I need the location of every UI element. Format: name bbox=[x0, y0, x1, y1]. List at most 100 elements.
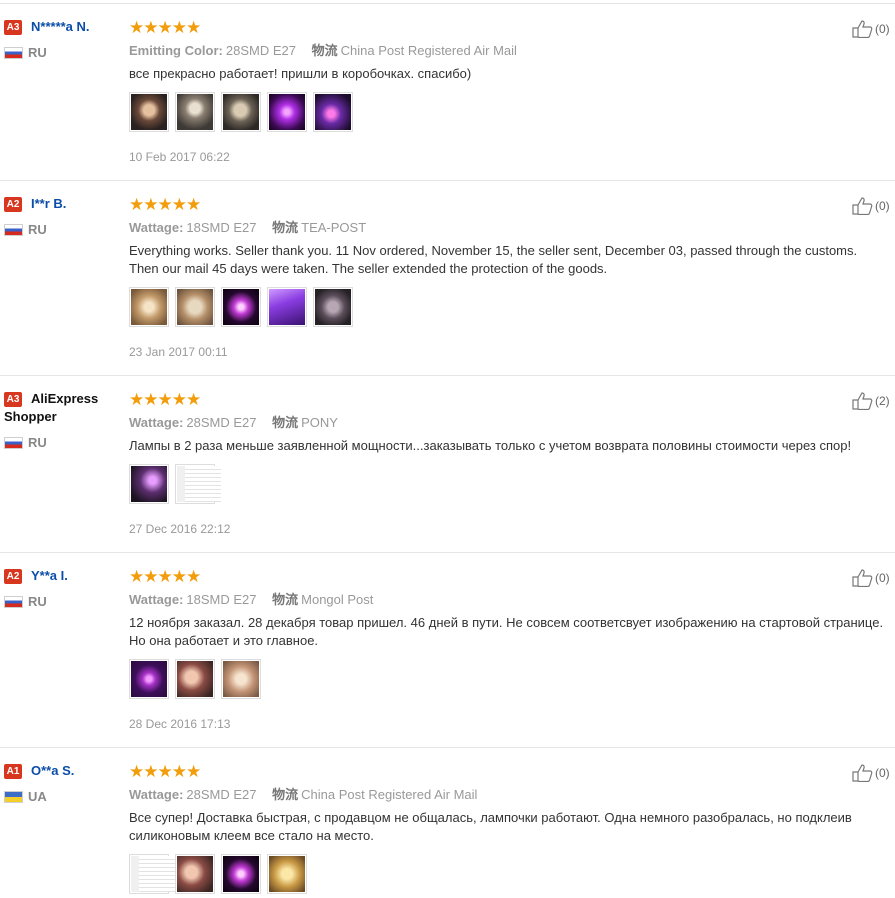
review-photo-thumbnail[interactable] bbox=[175, 659, 215, 699]
helpful-count: (0) bbox=[875, 766, 890, 780]
logistics-label: 物流 bbox=[272, 415, 299, 430]
star-rating: ★★★★★ bbox=[129, 390, 201, 409]
review-date: 23 Jan 2017 00:11 bbox=[129, 345, 228, 359]
buyer-name-link[interactable]: O**a S. bbox=[31, 762, 74, 780]
russia-flag-icon bbox=[4, 223, 23, 236]
helpful-vote-button[interactable]: (0) bbox=[852, 20, 890, 39]
thumbs-up-icon bbox=[852, 197, 873, 216]
russia-flag-icon bbox=[4, 595, 23, 608]
logistics-label: 物流 bbox=[311, 43, 338, 58]
thumbs-up-icon bbox=[852, 569, 873, 588]
review-photo-thumbnail[interactable] bbox=[129, 464, 169, 504]
buyer-name-link[interactable]: Y**a I. bbox=[31, 567, 68, 585]
review-photo-thumbnail[interactable] bbox=[221, 854, 261, 894]
thumbs-up-icon bbox=[852, 392, 873, 411]
review-photo-thumbnail[interactable] bbox=[129, 92, 169, 132]
review-photo-thumbnail[interactable] bbox=[129, 659, 169, 699]
review-photo-thumbnail[interactable] bbox=[175, 287, 215, 327]
review-photo-thumbnail[interactable] bbox=[267, 854, 307, 894]
attribute-label: Wattage: bbox=[129, 220, 184, 235]
country-code: RU bbox=[28, 222, 47, 237]
russia-flag-icon bbox=[4, 436, 23, 449]
review-item: A1 O**a S. UA ★★★★★ Wattage: 28SMD E27 物流… bbox=[0, 762, 895, 898]
buyer-country: UA bbox=[4, 789, 47, 804]
review-photo-thumbnail[interactable] bbox=[267, 287, 307, 327]
attribute-value: 28SMD E27 bbox=[186, 415, 257, 430]
country-code: UA bbox=[28, 789, 47, 804]
attribute-label: Wattage: bbox=[129, 592, 184, 607]
attribute-value: 18SMD E27 bbox=[186, 592, 257, 607]
review-photo-thumbnail[interactable] bbox=[175, 464, 221, 504]
review-item: A3 AliExpress Shopper RU ★★★★★ Wattage: 2… bbox=[0, 390, 895, 553]
star-rating: ★★★★★ bbox=[129, 567, 201, 586]
attribute-value: 18SMD E27 bbox=[186, 220, 257, 235]
thumbs-up-icon bbox=[852, 764, 873, 783]
buyer-level-badge: A1 bbox=[4, 764, 22, 779]
buyer-country: RU bbox=[4, 435, 47, 450]
buyer-name-link[interactable]: I**r B. bbox=[31, 195, 66, 213]
country-code: RU bbox=[28, 45, 47, 60]
review-photo-thumbnail[interactable] bbox=[313, 287, 353, 327]
review-photo-thumbnail[interactable] bbox=[221, 287, 261, 327]
review-photo-thumbnail[interactable] bbox=[175, 92, 215, 132]
logistics-label: 物流 bbox=[272, 220, 299, 235]
buyer-country: RU bbox=[4, 594, 47, 609]
buyer-name-link[interactable]: AliExpress Shopper bbox=[4, 390, 104, 426]
logistics-value: PONY bbox=[301, 415, 338, 430]
review-text: Все супер! Доставка быстрая, с продавцом… bbox=[129, 810, 852, 843]
attribute-label: Wattage: bbox=[129, 787, 184, 802]
review-photo-thumbnail[interactable] bbox=[129, 287, 169, 327]
review-text: все прекрасно работает! пришли в коробоч… bbox=[129, 66, 472, 81]
review-item: A2 I**r B. RU ★★★★★ Wattage: 18SMD E27 物流… bbox=[0, 195, 895, 376]
review-photo-thumbnail[interactable] bbox=[129, 854, 175, 894]
logistics-value: China Post Registered Air Mail bbox=[340, 43, 517, 58]
review-photo-thumbnail[interactable] bbox=[221, 659, 261, 699]
review-photo-thumbnail[interactable] bbox=[175, 854, 215, 894]
helpful-vote-button[interactable]: (0) bbox=[852, 569, 890, 588]
review-text: Лампы в 2 раза меньше заявленной мощност… bbox=[129, 438, 852, 453]
review-photos bbox=[129, 464, 221, 504]
buyer-level-badge: A2 bbox=[4, 197, 22, 212]
attribute-label: Emitting Color: bbox=[129, 43, 223, 58]
review-photos bbox=[129, 92, 359, 132]
helpful-vote-button[interactable]: (0) bbox=[852, 197, 890, 216]
review-date: 27 Dec 2016 22:12 bbox=[129, 522, 231, 536]
buyer-country: RU bbox=[4, 45, 47, 60]
buyer-level-badge: A3 bbox=[4, 20, 22, 35]
top-divider bbox=[0, 3, 895, 4]
buyer-level-badge: A2 bbox=[4, 569, 22, 584]
star-rating: ★★★★★ bbox=[129, 18, 201, 37]
order-info: Wattage: 18SMD E27 物流 Mongol Post bbox=[129, 589, 373, 608]
attribute-value: 28SMD E27 bbox=[186, 787, 257, 802]
helpful-vote-button[interactable]: (2) bbox=[852, 392, 890, 411]
review-divider bbox=[0, 180, 895, 181]
review-photo-thumbnail[interactable] bbox=[267, 92, 307, 132]
logistics-value: China Post Registered Air Mail bbox=[301, 787, 478, 802]
order-info: Wattage: 28SMD E27 物流 PONY bbox=[129, 412, 338, 431]
logistics-label: 物流 bbox=[272, 787, 299, 802]
order-info: Wattage: 18SMD E27 物流 TEA-POST bbox=[129, 217, 366, 236]
review-photos bbox=[129, 287, 359, 327]
ukraine-flag-icon bbox=[4, 790, 23, 803]
review-photo-thumbnail[interactable] bbox=[221, 92, 261, 132]
order-info: Emitting Color: 28SMD E27 物流 China Post Re… bbox=[129, 40, 517, 59]
review-item: A3 N*****a N. RU ★★★★★ Emitting Color: 28… bbox=[0, 18, 895, 181]
review-photo-thumbnail[interactable] bbox=[313, 92, 353, 132]
buyer-name-link[interactable]: N*****a N. bbox=[31, 18, 90, 36]
review-photos bbox=[129, 659, 267, 699]
review-photos bbox=[129, 854, 313, 894]
attribute-value: 28SMD E27 bbox=[225, 43, 296, 58]
logistics-value: Mongol Post bbox=[301, 592, 374, 607]
helpful-count: (2) bbox=[875, 394, 890, 408]
review-date: 10 Feb 2017 06:22 bbox=[129, 150, 230, 164]
review-text: 12 ноября заказал. 28 декабря товар приш… bbox=[129, 615, 884, 648]
russia-flag-icon bbox=[4, 46, 23, 59]
review-text: Everything works. Seller thank you. 11 N… bbox=[129, 243, 858, 276]
order-info: Wattage: 28SMD E27 物流 China Post Registere… bbox=[129, 784, 477, 803]
helpful-vote-button[interactable]: (0) bbox=[852, 764, 890, 783]
star-rating: ★★★★★ bbox=[129, 762, 201, 781]
review-divider bbox=[0, 552, 895, 553]
logistics-value: TEA-POST bbox=[301, 220, 367, 235]
review-divider bbox=[0, 375, 895, 376]
logistics-label: 物流 bbox=[272, 592, 299, 607]
